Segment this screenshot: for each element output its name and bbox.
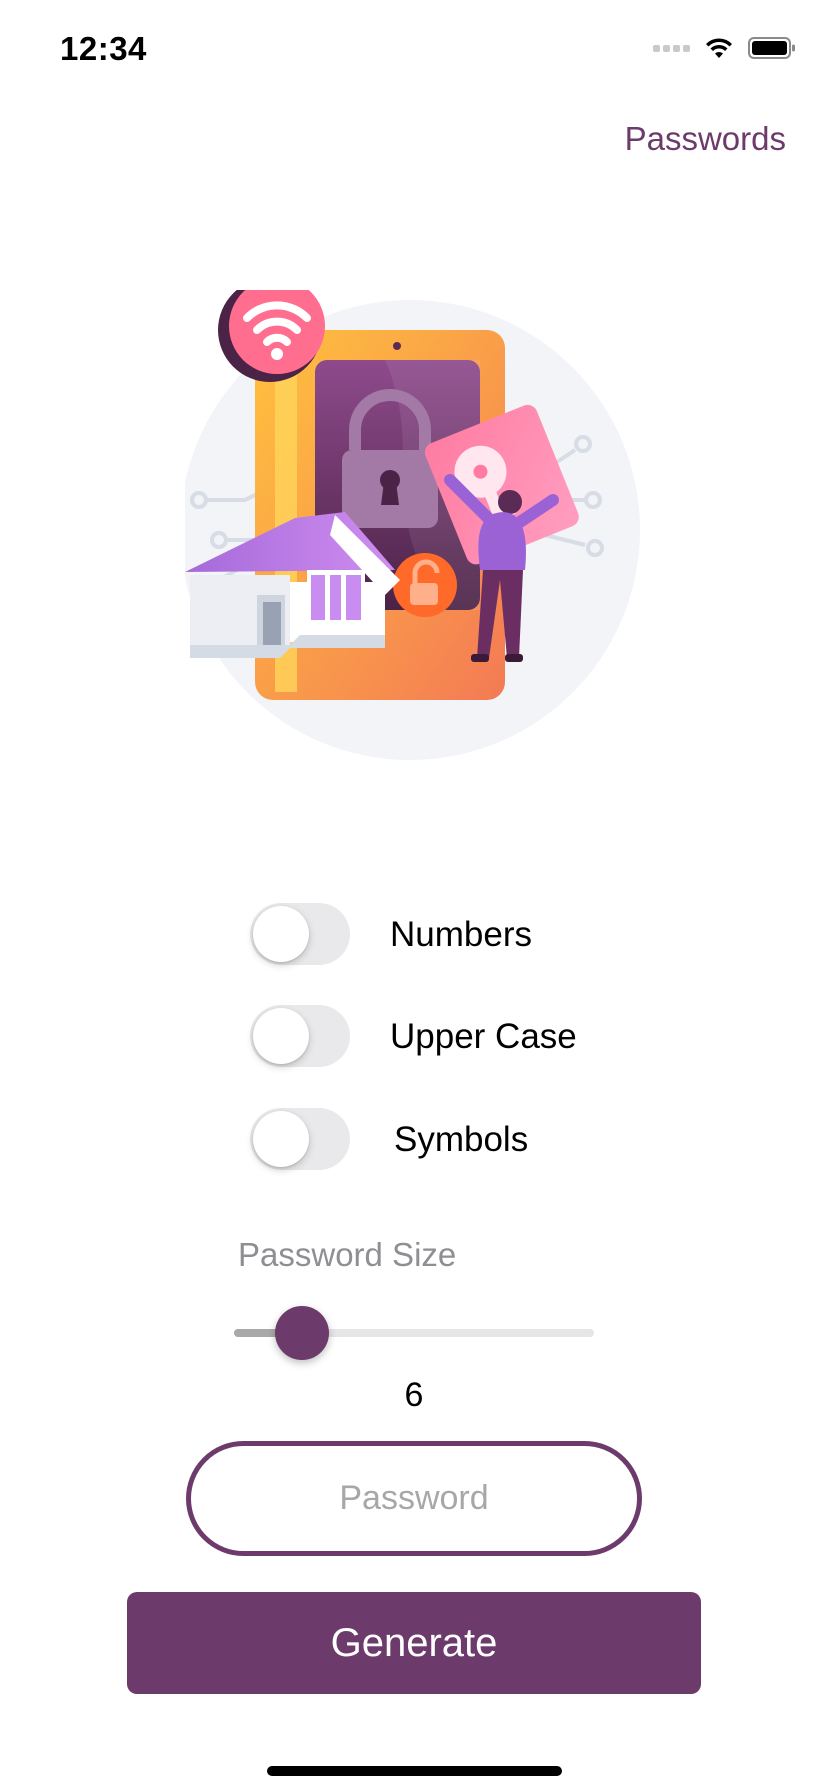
symbols-toggle[interactable] [250,1108,350,1170]
password-size-label: Password Size [238,1236,457,1273]
security-illustration-icon [185,290,640,760]
toggle-knob [253,1111,309,1167]
status-icons [653,36,796,60]
battery-icon [748,37,795,59]
upper-case-toggle[interactable] [250,1005,350,1067]
symbols-label: Symbols [394,1120,529,1159]
passwords-link[interactable]: Passwords [625,120,786,158]
slider-thumb[interactable] [275,1306,329,1360]
numbers-label: Numbers [390,915,532,954]
generate-button[interactable]: Generate [127,1592,701,1694]
cellular-signal-icon [653,44,690,52]
status-bar: 12:34 [0,0,828,100]
password-size-slider[interactable] [234,1304,594,1364]
home-indicator [267,1766,562,1776]
numbers-toggle[interactable] [250,903,350,965]
wifi-icon [706,38,732,58]
toggle-row-symbols: Symbols [250,1108,670,1170]
upper-case-label: Upper Case [390,1017,577,1056]
toggle-row-upper-case: Upper Case [250,1005,670,1067]
toggle-row-numbers: Numbers [250,903,670,965]
toggle-knob [253,1008,309,1064]
password-field[interactable] [186,1441,642,1556]
password-size-value: 6 [404,1376,424,1414]
toggle-knob [253,906,309,962]
status-time: 12:34 [60,30,147,67]
